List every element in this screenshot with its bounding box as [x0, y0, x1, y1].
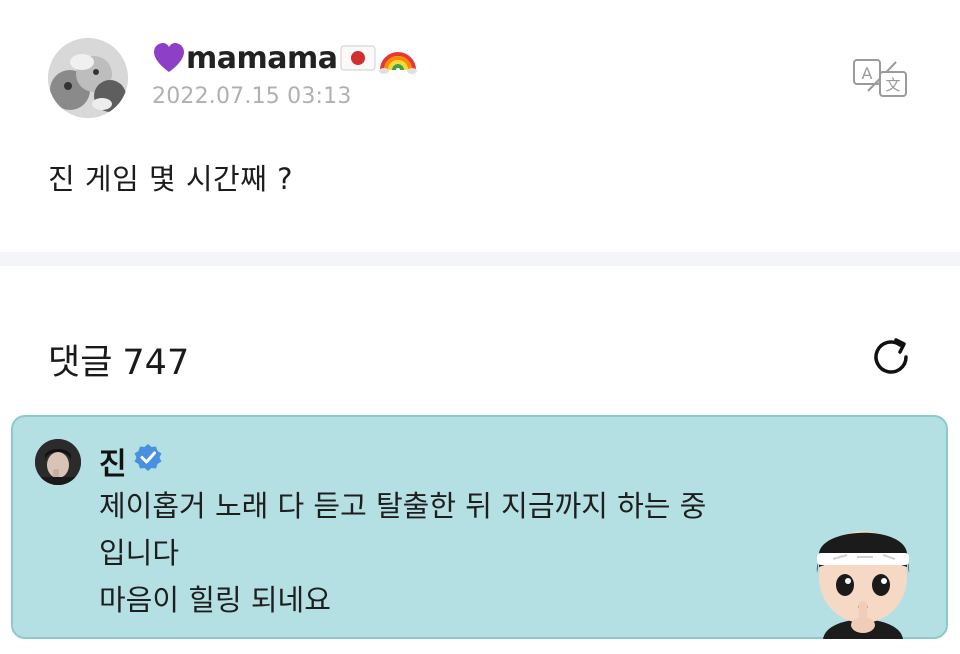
author-name: mamama	[186, 40, 338, 76]
comment-author-row[interactable]: 진	[99, 439, 163, 483]
japan-flag-icon	[338, 42, 378, 74]
comment-author-avatar[interactable]	[35, 439, 81, 485]
rainbow-icon	[378, 42, 418, 74]
post-timestamp: 2022.07.15 03:13	[152, 84, 352, 109]
character-sticker	[803, 513, 923, 639]
comments-label: 댓글	[48, 343, 113, 383]
comment-line: 제이홉거 노래 다 듣고 탈출한 뒤 지금까지 하는 중	[99, 489, 707, 523]
post-card: mamama 2022.07.15 03:13 A 文 진 게임 몇 시간째 ?	[0, 0, 960, 252]
comment-body: 제이홉거 노래 다 듣고 탈출한 뒤 지금까지 하는 중 입니다 마음이 힐링 …	[99, 483, 706, 624]
svg-text:A: A	[862, 64, 873, 83]
purple-heart-icon	[152, 42, 186, 74]
refresh-icon[interactable]	[866, 332, 916, 382]
verified-badge-icon	[133, 442, 163, 480]
author-avatar[interactable]	[48, 38, 128, 118]
post-content: 진 게임 몇 시간째 ?	[48, 162, 294, 196]
translate-icon[interactable]: A 文	[852, 58, 910, 98]
author-name-row[interactable]: mamama	[152, 38, 418, 78]
svg-text:文: 文	[885, 76, 900, 94]
highlighted-comment-card[interactable]: 진 제이홉거 노래 다 듣고 탈출한 뒤 지금까지 하는 중 입니다 마음이 힐…	[11, 415, 948, 639]
comment-line: 마음이 힐링 되네요	[99, 583, 331, 617]
comments-header: 댓글 747	[48, 334, 199, 385]
comment-author-name: 진	[99, 447, 127, 482]
comments-count: 747	[122, 343, 190, 383]
section-divider	[0, 252, 960, 266]
comment-line: 입니다	[99, 536, 180, 570]
